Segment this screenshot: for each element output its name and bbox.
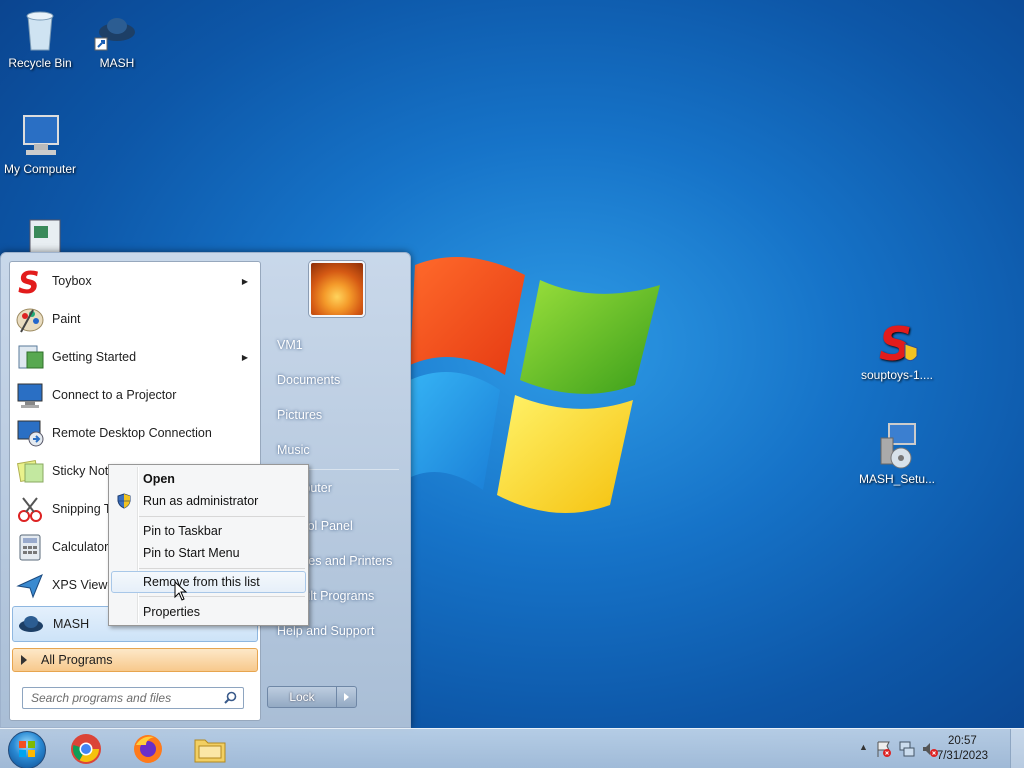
menu-item-label: Pin to Start Menu [143,546,240,560]
projector-icon [14,379,46,411]
document-icon [16,218,64,252]
mash-icon [15,608,47,640]
program-label: Calculator [52,540,109,554]
menu-item-label: Pin to Taskbar [143,524,222,538]
calculator-icon [14,531,46,563]
places-documents[interactable]: Documents [277,373,340,387]
taskbar-clock[interactable]: 20:57 7/31/2023 [937,734,988,764]
program-remote-desktop[interactable]: Remote Desktop Connection [12,415,258,451]
places-music[interactable]: Music [277,443,310,457]
places-pictures[interactable]: Pictures [277,408,322,422]
all-programs-button[interactable]: All Programs [12,648,258,672]
all-programs-label: All Programs [41,653,113,667]
places-help-support[interactable]: Help and Support [277,624,374,638]
menu-separator [139,596,305,597]
menu-item-remove-from-list[interactable]: Remove from this list [111,571,306,593]
submenu-arrow-icon: ▶ [241,352,248,362]
desktop-icon-mash-setup[interactable]: MASH_Setu... [857,422,937,486]
mash-icon [93,6,141,54]
souptoys-icon: S [14,265,46,297]
desktop-icon-label: Recycle Bin [8,56,72,70]
program-getting-started[interactable]: Getting Started ▶ [12,339,258,375]
context-menu: Open Run as administrator Pin to Taskbar… [108,464,309,626]
taskbar: ▲ 20:57 7/31/2023 [0,728,1024,768]
program-toybox[interactable]: S Toybox ▶ [12,263,258,299]
menu-item-label: Open [143,472,175,486]
program-paint[interactable]: Paint [12,301,258,337]
menu-item-label: Properties [143,605,200,619]
snipping-tool-icon [14,493,46,525]
search-programs-input[interactable]: Search programs and files [22,687,244,709]
desktop-icon-label: MASH [99,56,135,70]
show-hidden-icons-chevron-icon[interactable]: ▲ [859,742,868,752]
user-avatar-flower[interactable] [309,261,365,317]
desktop-icon-label: MASH_Setu... [858,472,936,486]
menu-item-pin-taskbar[interactable]: Pin to Taskbar [111,520,306,542]
menu-item-run-as-admin[interactable]: Run as administrator [111,490,306,512]
paint-icon [14,303,46,335]
desktop-icon-my-computer[interactable]: My Computer [0,112,80,176]
windows-logo-wallpaper [405,245,675,535]
network-icon[interactable] [898,740,916,761]
svg-text:S: S [18,266,40,296]
desktop-icon-souptoys[interactable]: S souptoys-1.... [857,317,937,382]
sticky-notes-icon [14,455,46,487]
desktop-icon-recycle-bin[interactable]: Recycle Bin [0,6,80,70]
getting-started-icon [14,341,46,373]
menu-item-open[interactable]: Open [111,468,306,490]
desktop-icon-partial[interactable] [0,218,80,252]
expand-arrow-icon [21,655,27,665]
show-desktop-button[interactable] [1010,729,1024,768]
computer-icon [16,112,64,160]
program-label: Toybox [52,274,92,288]
desktop-icon-label: souptoys-1.... [860,368,934,382]
firefox-icon[interactable] [128,732,168,766]
shutdown-options-arrow-icon[interactable] [336,687,356,707]
program-label: Paint [52,312,81,326]
explorer-icon[interactable] [190,732,230,766]
program-label: Connect to a Projector [52,388,177,402]
lock-button[interactable]: Lock [267,686,357,708]
desktop-icon-label: My Computer [3,162,77,176]
menu-item-pin-start[interactable]: Pin to Start Menu [111,542,306,564]
menu-item-properties[interactable]: Properties [111,601,306,623]
program-label: Remote Desktop Connection [52,426,212,440]
recycle-bin-icon [16,6,64,54]
lock-label: Lock [289,690,315,704]
program-connect-projector[interactable]: Connect to a Projector [12,377,258,413]
uac-shield-icon [117,493,131,512]
xps-viewer-icon [14,569,46,601]
start-button-windows-icon[interactable] [8,731,46,768]
clock-time: 20:57 [948,735,977,747]
action-center-flag-icon[interactable] [875,740,893,761]
menu-item-label: Remove from this list [143,575,260,589]
search-icon[interactable] [224,691,237,707]
mouse-cursor-icon [174,580,188,604]
chrome-icon[interactable] [66,732,106,766]
program-label: Getting Started [52,350,137,364]
souptoys-installer-icon: S [873,317,921,371]
menu-item-label: Run as administrator [143,494,259,508]
system-tray: ▲ 20:57 7/31/2023 [839,729,1024,768]
menu-separator [139,516,305,517]
mash-setup-icon [873,422,921,470]
program-label: MASH [53,617,90,631]
search-placeholder: Search programs and files [31,691,172,705]
desktop-icon-mash[interactable]: MASH [77,6,157,70]
menu-separator [139,568,305,569]
submenu-arrow-icon: ▶ [241,276,248,286]
places-user-folder[interactable]: VM1 [277,338,303,352]
remote-desktop-icon [14,417,46,449]
clock-date: 7/31/2023 [936,750,988,762]
